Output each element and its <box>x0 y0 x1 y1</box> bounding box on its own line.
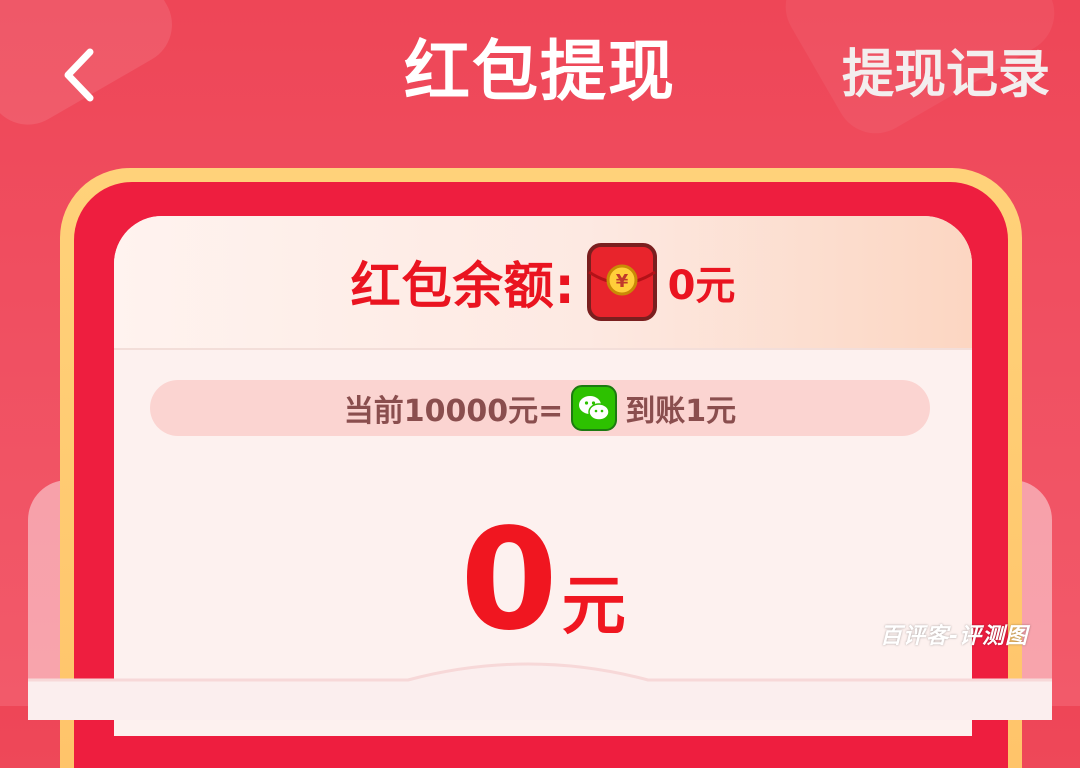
withdraw-card: 红包余额: ¥ 0元 当前10000元= 到账1元 0元 <box>114 216 972 736</box>
amount-unit: 元 <box>561 570 626 644</box>
withdraw-amount: 0元 <box>114 506 972 656</box>
rate-prefix: 当前10000元= <box>343 394 564 429</box>
balance-label: 红包余额: <box>350 257 576 315</box>
red-packet-icon: ¥ <box>586 243 657 321</box>
svg-text:¥: ¥ <box>615 271 628 292</box>
rate-suffix: 到账1元 <box>625 394 737 429</box>
wechat-icon <box>571 385 618 431</box>
balance-value: 0元 <box>667 263 736 309</box>
header: 红包提现 提现记录 <box>0 0 1080 150</box>
amount-value: 0 <box>460 499 558 662</box>
envelope-bottom <box>28 662 1052 720</box>
watermark: 百评客-评测图 <box>880 624 1029 649</box>
balance-row: 红包余额: ¥ 0元 <box>114 216 972 350</box>
exchange-rate-pill: 当前10000元= 到账1元 <box>150 380 930 436</box>
withdraw-records-link[interactable]: 提现记录 <box>842 40 1050 110</box>
